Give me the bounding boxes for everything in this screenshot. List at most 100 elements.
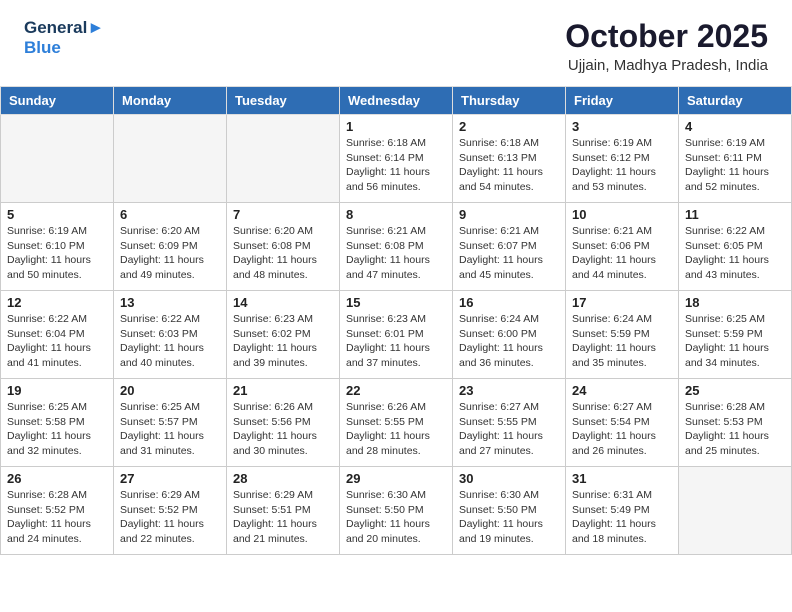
day-number: 20 [120,383,220,398]
calendar-cell: 4 Sunrise: 6:19 AM Sunset: 6:11 PM Daylig… [679,115,792,203]
day-info: Sunrise: 6:18 AM Sunset: 6:14 PM Dayligh… [346,136,446,195]
day-number: 2 [459,119,559,134]
day-number: 21 [233,383,333,398]
calendar-cell: 3 Sunrise: 6:19 AM Sunset: 6:12 PM Daylig… [566,115,679,203]
calendar-cell: 30Sunrise: 6:30 AM Sunset: 5:50 PM Dayli… [453,467,566,555]
calendar-cell: 9 Sunrise: 6:21 AM Sunset: 6:07 PM Daylig… [453,203,566,291]
calendar-cell: 24 Sunrise: 6:27 AM Sunset: 5:54 PM Dayli… [566,379,679,467]
col-header-thursday: Thursday [453,87,566,115]
col-header-sunday: Sunday [1,87,114,115]
calendar-cell: 26 Sunrise: 6:28 AM Sunset: 5:52 PM Dayli… [1,467,114,555]
title-block: October 2025 Ujjain, Madhya Pradesh, Ind… [565,18,768,74]
col-header-saturday: Saturday [679,87,792,115]
day-info: Sunrise: 6:25 AM Sunset: 5:58 PM Dayligh… [7,400,107,459]
day-info: Sunrise: 6:28 AM Sunset: 5:53 PM Dayligh… [685,400,785,459]
day-info: Sunrise: 6:20 AM Sunset: 6:08 PM Dayligh… [233,224,333,283]
day-info: Sunrise: 6:23 AM Sunset: 6:01 PM Dayligh… [346,312,446,371]
location: Ujjain, Madhya Pradesh, India [565,57,768,74]
calendar-cell: 8 Sunrise: 6:21 AM Sunset: 6:08 PM Daylig… [340,203,453,291]
day-number: 8 [346,207,446,222]
day-info: Sunrise: 6:18 AM Sunset: 6:13 PM Dayligh… [459,136,559,195]
day-number: 4 [685,119,785,134]
day-number: 15 [346,295,446,310]
calendar-week-row: 12 Sunrise: 6:22 AM Sunset: 6:04 PM Dayli… [1,291,792,379]
day-number: 1 [346,119,446,134]
day-number: 19 [7,383,107,398]
day-info: Sunrise: 6:26 AM Sunset: 5:55 PM Dayligh… [346,400,446,459]
day-number: 17 [572,295,672,310]
day-number: 27 [120,471,220,486]
calendar-cell [227,115,340,203]
calendar-header-row: SundayMondayTuesdayWednesdayThursdayFrid… [1,87,792,115]
calendar-cell [1,115,114,203]
day-number: 6 [120,207,220,222]
day-number: 11 [685,207,785,222]
day-number: 31 [572,471,672,486]
calendar-cell: 13Sunrise: 6:22 AM Sunset: 6:03 PM Dayli… [114,291,227,379]
calendar-cell: 28Sunrise: 6:29 AM Sunset: 5:51 PM Dayli… [227,467,340,555]
day-info: Sunrise: 6:27 AM Sunset: 5:55 PM Dayligh… [459,400,559,459]
calendar-week-row: 19 Sunrise: 6:25 AM Sunset: 5:58 PM Dayli… [1,379,792,467]
day-info: Sunrise: 6:22 AM Sunset: 6:03 PM Dayligh… [120,312,220,371]
day-number: 12 [7,295,107,310]
calendar-cell: 25Sunrise: 6:28 AM Sunset: 5:53 PM Dayli… [679,379,792,467]
day-info: Sunrise: 6:28 AM Sunset: 5:52 PM Dayligh… [7,488,107,547]
day-number: 24 [572,383,672,398]
day-info: Sunrise: 6:26 AM Sunset: 5:56 PM Dayligh… [233,400,333,459]
day-number: 9 [459,207,559,222]
day-info: Sunrise: 6:22 AM Sunset: 6:04 PM Dayligh… [7,312,107,371]
calendar-cell: 27 Sunrise: 6:29 AM Sunset: 5:52 PM Dayli… [114,467,227,555]
logo-text: General► [24,18,104,38]
calendar-week-row: 5Sunrise: 6:19 AM Sunset: 6:10 PM Daylig… [1,203,792,291]
day-info: Sunrise: 6:23 AM Sunset: 6:02 PM Dayligh… [233,312,333,371]
col-header-monday: Monday [114,87,227,115]
day-info: Sunrise: 6:20 AM Sunset: 6:09 PM Dayligh… [120,224,220,283]
logo: General► Blue [24,18,104,57]
day-info: Sunrise: 6:29 AM Sunset: 5:52 PM Dayligh… [120,488,220,547]
day-number: 16 [459,295,559,310]
calendar-cell: 18Sunrise: 6:25 AM Sunset: 5:59 PM Dayli… [679,291,792,379]
day-info: Sunrise: 6:24 AM Sunset: 6:00 PM Dayligh… [459,312,559,371]
day-number: 23 [459,383,559,398]
day-info: Sunrise: 6:21 AM Sunset: 6:07 PM Dayligh… [459,224,559,283]
calendar-cell: 21 Sunrise: 6:26 AM Sunset: 5:56 PM Dayli… [227,379,340,467]
calendar-cell: 10Sunrise: 6:21 AM Sunset: 6:06 PM Dayli… [566,203,679,291]
calendar-week-row: 26 Sunrise: 6:28 AM Sunset: 5:52 PM Dayli… [1,467,792,555]
col-header-wednesday: Wednesday [340,87,453,115]
calendar-cell: 16 Sunrise: 6:24 AM Sunset: 6:00 PM Dayli… [453,291,566,379]
calendar-cell: 31 Sunrise: 6:31 AM Sunset: 5:49 PM Dayli… [566,467,679,555]
day-number: 22 [346,383,446,398]
calendar-cell: 15 Sunrise: 6:23 AM Sunset: 6:01 PM Dayli… [340,291,453,379]
calendar-cell: 23 Sunrise: 6:27 AM Sunset: 5:55 PM Dayli… [453,379,566,467]
col-header-tuesday: Tuesday [227,87,340,115]
calendar-cell: 19 Sunrise: 6:25 AM Sunset: 5:58 PM Dayli… [1,379,114,467]
calendar-cell: 12 Sunrise: 6:22 AM Sunset: 6:04 PM Dayli… [1,291,114,379]
day-info: Sunrise: 6:29 AM Sunset: 5:51 PM Dayligh… [233,488,333,547]
day-info: Sunrise: 6:27 AM Sunset: 5:54 PM Dayligh… [572,400,672,459]
day-info: Sunrise: 6:24 AM Sunset: 5:59 PM Dayligh… [572,312,672,371]
day-info: Sunrise: 6:25 AM Sunset: 5:59 PM Dayligh… [685,312,785,371]
day-number: 29 [346,471,446,486]
day-number: 10 [572,207,672,222]
day-info: Sunrise: 6:19 AM Sunset: 6:12 PM Dayligh… [572,136,672,195]
calendar-cell [114,115,227,203]
calendar-cell: 29 Sunrise: 6:30 AM Sunset: 5:50 PM Dayli… [340,467,453,555]
calendar-table: SundayMondayTuesdayWednesdayThursdayFrid… [0,86,792,555]
calendar-cell: 20Sunrise: 6:25 AM Sunset: 5:57 PM Dayli… [114,379,227,467]
day-info: Sunrise: 6:31 AM Sunset: 5:49 PM Dayligh… [572,488,672,547]
calendar-cell: 17 Sunrise: 6:24 AM Sunset: 5:59 PM Dayli… [566,291,679,379]
day-number: 26 [7,471,107,486]
day-number: 3 [572,119,672,134]
day-info: Sunrise: 6:19 AM Sunset: 6:11 PM Dayligh… [685,136,785,195]
day-info: Sunrise: 6:19 AM Sunset: 6:10 PM Dayligh… [7,224,107,283]
day-number: 30 [459,471,559,486]
day-info: Sunrise: 6:30 AM Sunset: 5:50 PM Dayligh… [346,488,446,547]
logo-subtext: Blue [24,38,104,58]
calendar-cell: 7 Sunrise: 6:20 AM Sunset: 6:08 PM Daylig… [227,203,340,291]
day-info: Sunrise: 6:21 AM Sunset: 6:08 PM Dayligh… [346,224,446,283]
calendar-cell: 1 Sunrise: 6:18 AM Sunset: 6:14 PM Daylig… [340,115,453,203]
calendar-cell [679,467,792,555]
calendar-cell: 6 Sunrise: 6:20 AM Sunset: 6:09 PM Daylig… [114,203,227,291]
day-number: 7 [233,207,333,222]
day-number: 14 [233,295,333,310]
